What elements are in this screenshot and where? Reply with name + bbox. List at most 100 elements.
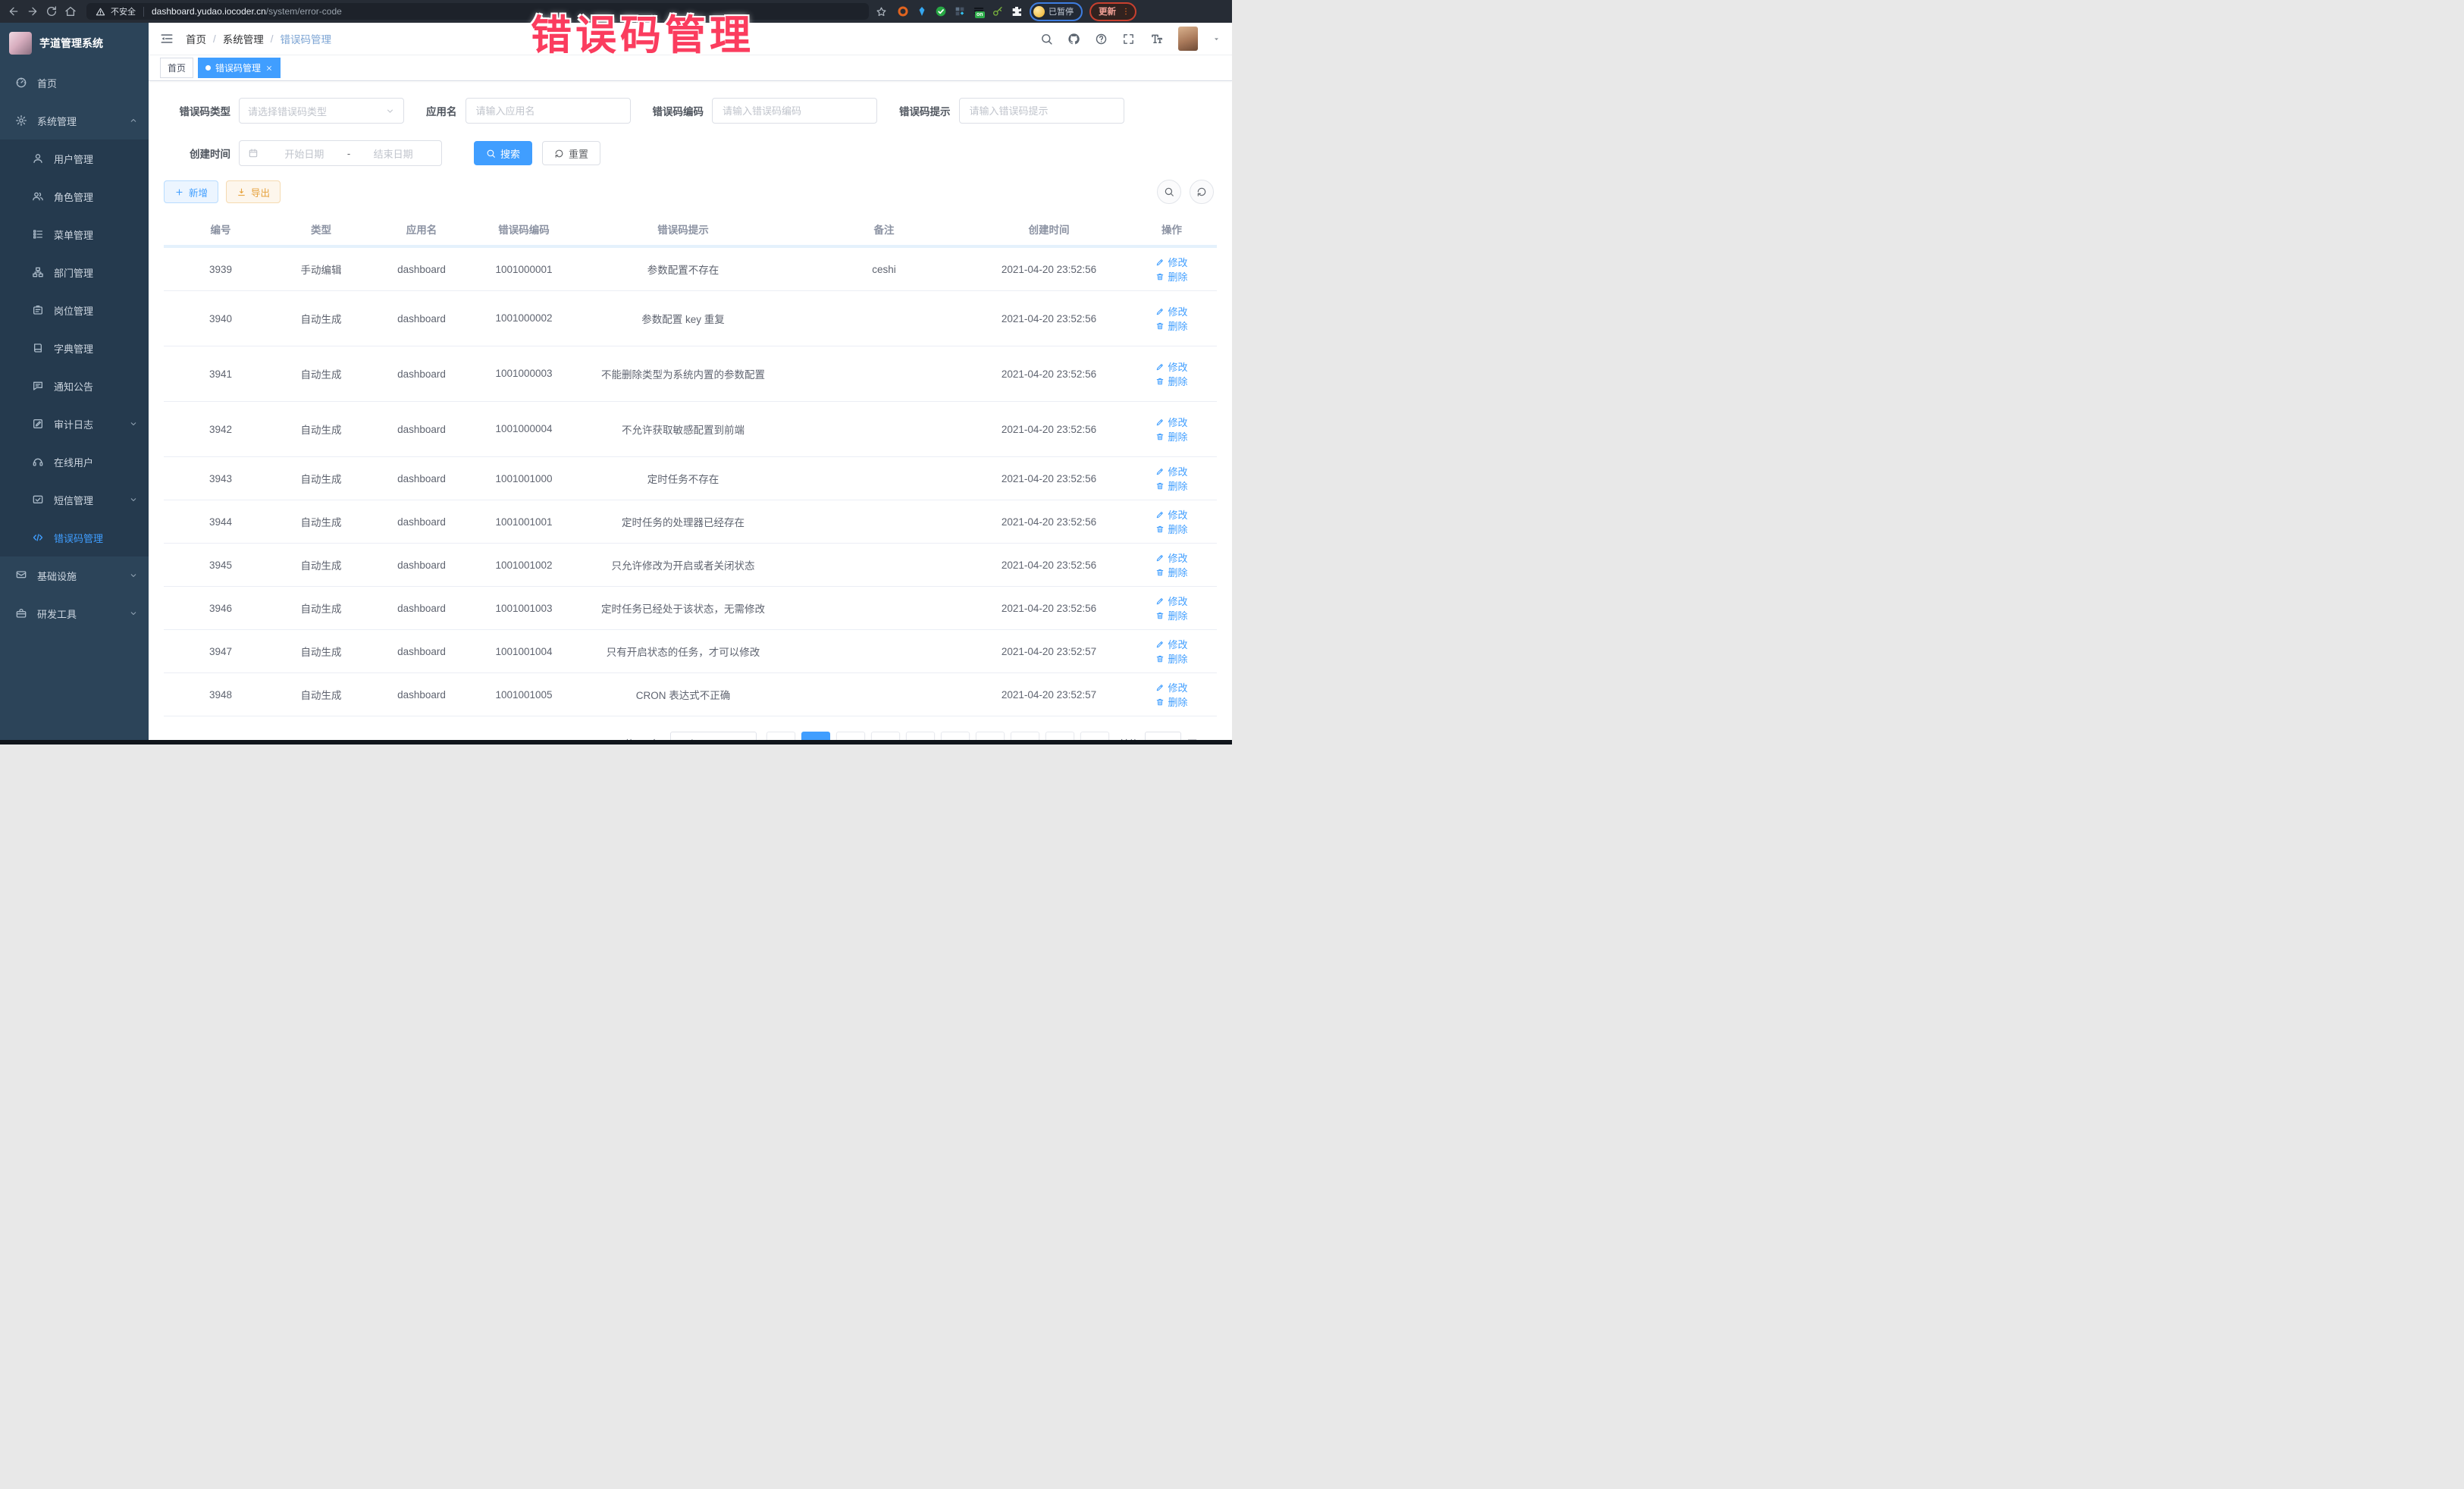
prev-page-button[interactable] xyxy=(766,732,795,740)
hamburger-icon[interactable] xyxy=(160,32,174,45)
user-avatar[interactable] xyxy=(1178,27,1198,51)
edit-link[interactable]: 修改 xyxy=(1155,359,1187,374)
delete-link[interactable]: 删除 xyxy=(1155,269,1187,284)
font-size-icon[interactable] xyxy=(1149,32,1164,46)
warning-icon xyxy=(96,7,105,17)
reset-button[interactable]: 重置 xyxy=(542,141,600,165)
export-button[interactable]: 导出 xyxy=(226,180,281,203)
ext-key-icon[interactable] xyxy=(992,5,1004,17)
ext-puzzle-icon[interactable] xyxy=(1011,5,1023,17)
add-button[interactable]: 新增 xyxy=(164,180,218,203)
profile-paused-badge[interactable]: 已暂停 xyxy=(1030,2,1083,21)
page-button[interactable]: 6 xyxy=(976,732,1005,740)
sidebar-item-研发工具[interactable]: 研发工具 xyxy=(0,594,149,632)
help-icon[interactable] xyxy=(1095,33,1108,45)
edit-link[interactable]: 修改 xyxy=(1155,464,1187,478)
breadcrumb-item[interactable]: 首页 xyxy=(186,31,206,46)
filter-label: 错误码类型 xyxy=(164,103,230,118)
filter-item: 错误码提示 xyxy=(899,98,1124,124)
delete-link[interactable]: 删除 xyxy=(1155,522,1187,536)
page-size-select[interactable]: 10条/页 xyxy=(670,732,757,740)
error-code-type-select[interactable]: 请选择错误码类型 xyxy=(239,98,404,124)
message-cell: 只有开启状态的任务，才可以修改 xyxy=(569,630,797,673)
delete-link[interactable]: 删除 xyxy=(1155,694,1187,709)
filter-input[interactable] xyxy=(968,105,1115,118)
more-vert-icon[interactable] xyxy=(1121,6,1130,17)
home-icon[interactable] xyxy=(64,5,77,17)
sidebar-item-字典管理[interactable]: 字典管理 xyxy=(0,329,149,367)
edit-link[interactable]: 修改 xyxy=(1155,680,1187,694)
delete-link[interactable]: 删除 xyxy=(1155,374,1187,388)
filter-input[interactable] xyxy=(475,105,622,118)
filter-input[interactable] xyxy=(721,105,868,118)
delete-link[interactable]: 删除 xyxy=(1155,608,1187,622)
close-icon[interactable] xyxy=(265,64,273,72)
edit-link[interactable]: 修改 xyxy=(1155,637,1187,651)
page-button[interactable]: 1 xyxy=(801,732,830,740)
search-button[interactable]: 搜索 xyxy=(474,141,532,165)
sidebar-item-岗位管理[interactable]: 岗位管理 xyxy=(0,291,149,329)
sidebar-item-用户管理[interactable]: 用户管理 xyxy=(0,139,149,177)
sidebar-item-基础设施[interactable]: 基础设施 xyxy=(0,556,149,594)
chevron-down-icon xyxy=(129,609,138,618)
next-page-button[interactable] xyxy=(1080,732,1109,740)
sidebar-item-菜单管理[interactable]: 菜单管理 xyxy=(0,215,149,253)
more-pages-button[interactable]: ··· xyxy=(1011,732,1039,740)
sidebar-item-label: 短信管理 xyxy=(54,493,93,507)
page-button[interactable]: 8 xyxy=(1045,732,1074,740)
caret-down-icon[interactable] xyxy=(1212,35,1221,43)
sidebar-item-角色管理[interactable]: 角色管理 xyxy=(0,177,149,215)
sidebar-item-系统管理[interactable]: 系统管理 xyxy=(0,102,149,139)
code-value: 1001001003 xyxy=(495,603,552,614)
ext-orange-ring-icon[interactable] xyxy=(897,5,909,17)
tab-item[interactable]: 首页 xyxy=(160,58,193,78)
ext-grid-icon[interactable] xyxy=(954,5,966,17)
address-bar[interactable]: 不安全 dashboard.yudao.iocoder.cn/system/er… xyxy=(86,3,869,20)
edit-link[interactable]: 修改 xyxy=(1155,304,1187,318)
edit-link[interactable]: 修改 xyxy=(1155,255,1187,269)
delete-link[interactable]: 删除 xyxy=(1155,318,1187,333)
edit-link[interactable]: 修改 xyxy=(1155,507,1187,522)
sidebar-item-在线用户[interactable]: 在线用户 xyxy=(0,443,149,481)
page-button[interactable]: 5 xyxy=(941,732,970,740)
reload-icon[interactable] xyxy=(45,5,58,17)
page-button[interactable]: 2 xyxy=(836,732,865,740)
breadcrumb-item[interactable]: 系统管理 xyxy=(223,31,264,46)
back-arrow-icon[interactable] xyxy=(8,5,20,17)
edit-link[interactable]: 修改 xyxy=(1155,550,1187,565)
delete-link[interactable]: 删除 xyxy=(1155,651,1187,666)
tab-active[interactable]: 错误码管理 xyxy=(198,58,281,78)
browser-update-button[interactable]: 更新 xyxy=(1089,2,1136,21)
toggle-search-button[interactable] xyxy=(1157,180,1181,204)
edit-link[interactable]: 修改 xyxy=(1155,415,1187,429)
actions-cell: 修改删除 xyxy=(1127,500,1217,544)
page-button[interactable]: 3 xyxy=(871,732,900,740)
page-button[interactable]: 4 xyxy=(906,732,935,740)
bookmark-star-icon[interactable] xyxy=(876,6,887,17)
fullscreen-icon[interactable] xyxy=(1122,33,1135,45)
sidebar-item-首页[interactable]: 首页 xyxy=(0,64,149,102)
ext-list-icon[interactable]: on xyxy=(973,5,985,17)
delete-link[interactable]: 删除 xyxy=(1155,565,1187,579)
sidebar-item-审计日志[interactable]: 审计日志 xyxy=(0,405,149,443)
memo-cell xyxy=(797,291,971,346)
sidebar-item-错误码管理[interactable]: 错误码管理 xyxy=(0,519,149,556)
filter-input-wrap xyxy=(959,98,1124,124)
date-range-picker[interactable]: 开始日期 - 结束日期 xyxy=(239,140,442,166)
refresh-table-button[interactable] xyxy=(1190,180,1214,204)
sidebar-item-短信管理[interactable]: 短信管理 xyxy=(0,481,149,519)
edit-link[interactable]: 修改 xyxy=(1155,594,1187,608)
ext-green-check-icon[interactable] xyxy=(935,5,947,17)
goto-page-input[interactable] xyxy=(1145,732,1181,740)
delete-link[interactable]: 删除 xyxy=(1155,429,1187,444)
forward-arrow-icon[interactable] xyxy=(27,5,39,17)
sidebar-item-部门管理[interactable]: 部门管理 xyxy=(0,253,149,291)
ext-gem-icon[interactable] xyxy=(916,5,928,17)
sidebar-item-通知公告[interactable]: 通知公告 xyxy=(0,367,149,405)
delete-link[interactable]: 删除 xyxy=(1155,478,1187,493)
emoji-face-icon xyxy=(1033,6,1045,17)
app-logo-row[interactable]: 芋道管理系统 xyxy=(0,23,149,64)
search-icon[interactable] xyxy=(1040,33,1053,45)
column-header: 应用名 xyxy=(365,213,478,246)
github-icon[interactable] xyxy=(1067,33,1080,45)
